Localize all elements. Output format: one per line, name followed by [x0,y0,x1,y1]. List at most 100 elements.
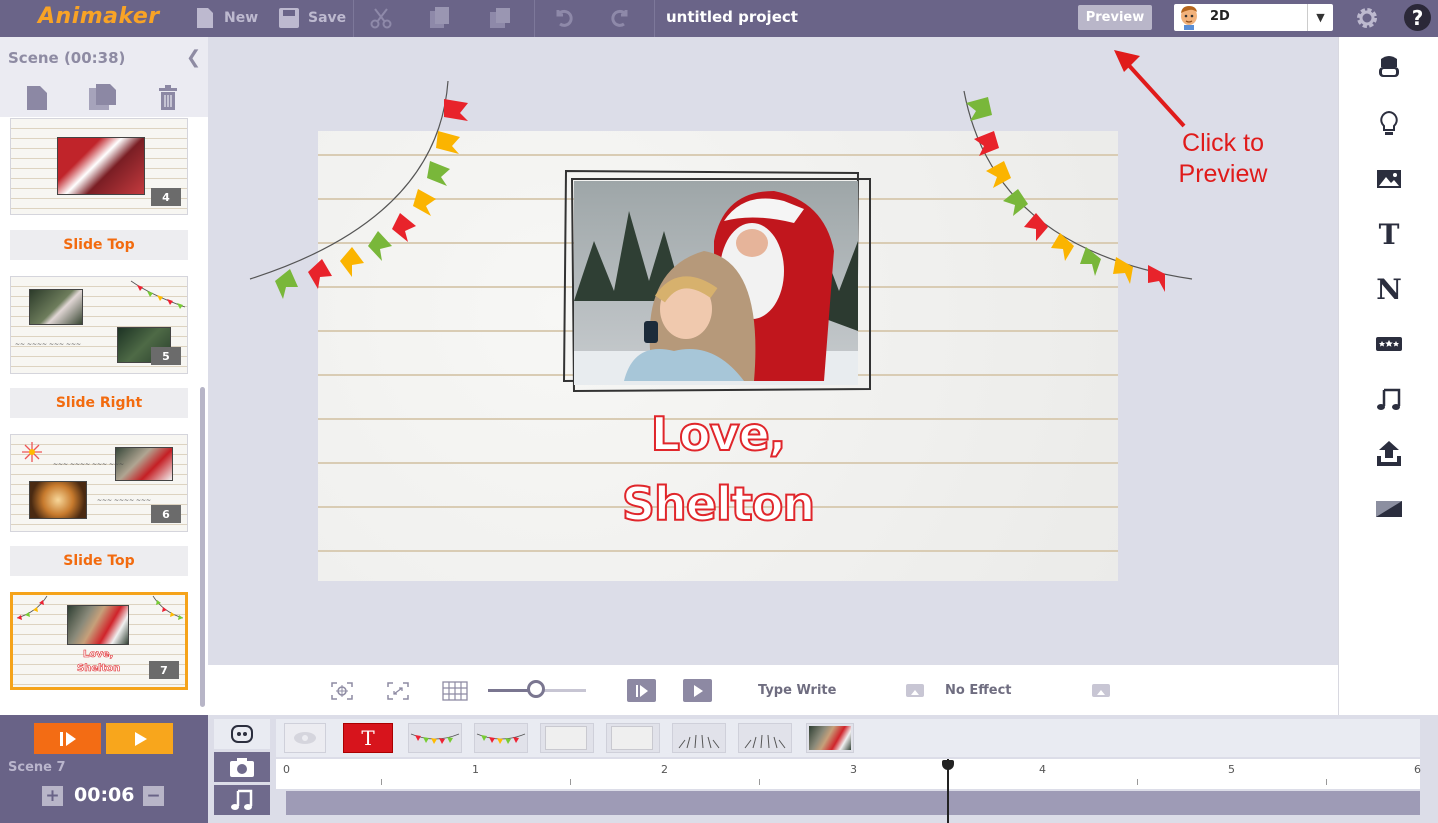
timeline: Scene 7 + 00:06 − T 0 1 2 3 4 5 6 [0,715,1438,823]
exit-effect-up-button[interactable] [1092,684,1110,697]
mode-select[interactable]: 2D ▼ [1174,4,1333,31]
copy-icon[interactable] [428,6,452,30]
number-icon[interactable]: N [1375,273,1403,306]
headline-line-1[interactable]: Love, [618,406,818,462]
panel-scrollbar[interactable] [200,387,205,707]
fullscreen-icon[interactable] [386,681,410,701]
tab-objects[interactable] [214,719,270,749]
grid-icon[interactable] [442,681,468,701]
toolbar-divider [654,0,655,37]
shape-icon [611,726,653,750]
redo-icon[interactable] [610,6,632,28]
timeline-item-shape[interactable] [540,723,594,753]
focus-icon[interactable] [330,681,354,701]
new-label: New [224,10,259,26]
gear-icon[interactable] [1354,5,1380,31]
playhead[interactable] [946,759,949,823]
ruler-label: 2 [661,763,668,776]
mode-selected-value: 2D [1210,9,1230,24]
santa-photo[interactable] [574,181,858,385]
character-icon[interactable] [1375,55,1403,83]
save-icon [279,8,299,28]
preview-hint-line-2: Preview [1178,160,1268,188]
cut-icon[interactable] [370,7,392,29]
timeline-item-visibility[interactable] [284,723,326,753]
help-icon[interactable]: ? [1404,4,1431,31]
timeline-item-shape[interactable] [606,723,660,753]
timeline-item-lines[interactable] [738,723,792,753]
undo-icon[interactable] [552,6,574,28]
timeline-track-bar[interactable] [286,791,1420,815]
slide-thumbnail-active[interactable]: Love, Shelton 7 [10,592,188,690]
slide-thumbnail[interactable]: ~~ ~~~~ ~~~ ~~~ 5 [10,276,188,374]
slide-photo [29,481,87,519]
tab-camera[interactable] [214,752,270,782]
timeline-item-lines[interactable] [672,723,726,753]
annotation-arrow [1114,50,1186,128]
paste-icon[interactable] [488,6,512,30]
ruler-label: 6 [1414,763,1421,776]
upload-icon[interactable] [1375,440,1403,468]
play-icon [134,731,147,746]
duplicate-scene-icon[interactable] [88,83,118,111]
lightbulb-icon[interactable] [1375,110,1403,138]
slide-number: 7 [149,661,179,679]
left-bunting[interactable] [248,79,478,309]
play-from-start-button[interactable] [627,679,656,702]
slide-number: 6 [151,505,181,523]
play-button[interactable] [683,679,712,702]
timeline-item-bunting[interactable] [408,723,462,753]
ruler-label: 3 [850,763,857,776]
timeline-item-bunting[interactable] [474,723,528,753]
chevron-down-icon[interactable]: ▼ [1307,4,1333,31]
scene-duration[interactable]: 00:06 [74,784,134,806]
transition-label[interactable]: Slide Right [10,388,188,418]
preview-button[interactable]: Preview [1078,5,1152,30]
background-icon[interactable] [1375,495,1403,523]
headline-line-2[interactable]: Shelton [618,476,818,532]
slide-photo [29,289,83,325]
chevron-up-icon [911,690,919,695]
project-title[interactable]: untitled project [666,8,798,26]
toolbar-divider [534,0,535,37]
new-file-icon [197,8,213,28]
bunting-icon [410,733,460,744]
effects-icon[interactable] [1375,330,1403,358]
asset-toolbar: T N [1338,37,1438,715]
increase-duration-button[interactable]: + [42,786,63,806]
preview-hint: Click to Preview [1160,128,1286,190]
timeline-item-text[interactable]: T [343,723,393,753]
exit-effect-label[interactable]: No Effect [945,683,1012,698]
timeline-ruler[interactable]: 0 1 2 3 4 5 6 [276,759,1421,789]
transition-label[interactable]: Slide Top [10,230,188,260]
play-scene-button[interactable] [106,723,173,754]
play-scene-from-start-button[interactable] [34,723,101,754]
text-icon[interactable]: T [1375,218,1403,251]
music-icon [231,789,253,810]
ruler-tick [1136,779,1138,785]
slide-thumbnail[interactable]: 4 [10,118,188,215]
slide-thumbnail[interactable]: ~~~ ~~~~ ~~~ ~~~ ~~~ ~~~~ ~~~ 6 [10,434,188,532]
decrease-duration-button[interactable]: − [143,786,164,806]
add-scene-icon[interactable] [26,85,48,111]
ruler-label: 0 [283,763,290,776]
slide-text-mark: Shelton [77,663,121,675]
music-icon[interactable] [1375,385,1403,413]
zoom-slider-handle[interactable] [527,680,545,698]
sunburst-icon [744,734,786,749]
image-icon[interactable] [1375,165,1403,193]
shape-icon [545,726,587,750]
slide-number: 5 [151,347,181,365]
enter-effect-up-button[interactable] [906,684,924,697]
tab-music[interactable] [214,785,270,815]
new-button[interactable]: New [194,4,258,32]
transition-label[interactable]: Slide Top [10,546,188,576]
scene-panel: Scene (00:38) ❮ 4 Slide Top ~~ ~~~~ ~~~ … [0,37,208,715]
timeline-item-photo[interactable] [806,723,854,753]
delete-scene-icon[interactable] [158,85,178,111]
ruler-tick [1325,779,1327,785]
save-button[interactable]: Save [278,4,346,32]
enter-effect-label[interactable]: Type Write [758,683,836,698]
collapse-panel-icon[interactable]: ❮ [186,47,201,68]
scene-panel-header: Scene (00:38) ❮ [0,37,208,77]
